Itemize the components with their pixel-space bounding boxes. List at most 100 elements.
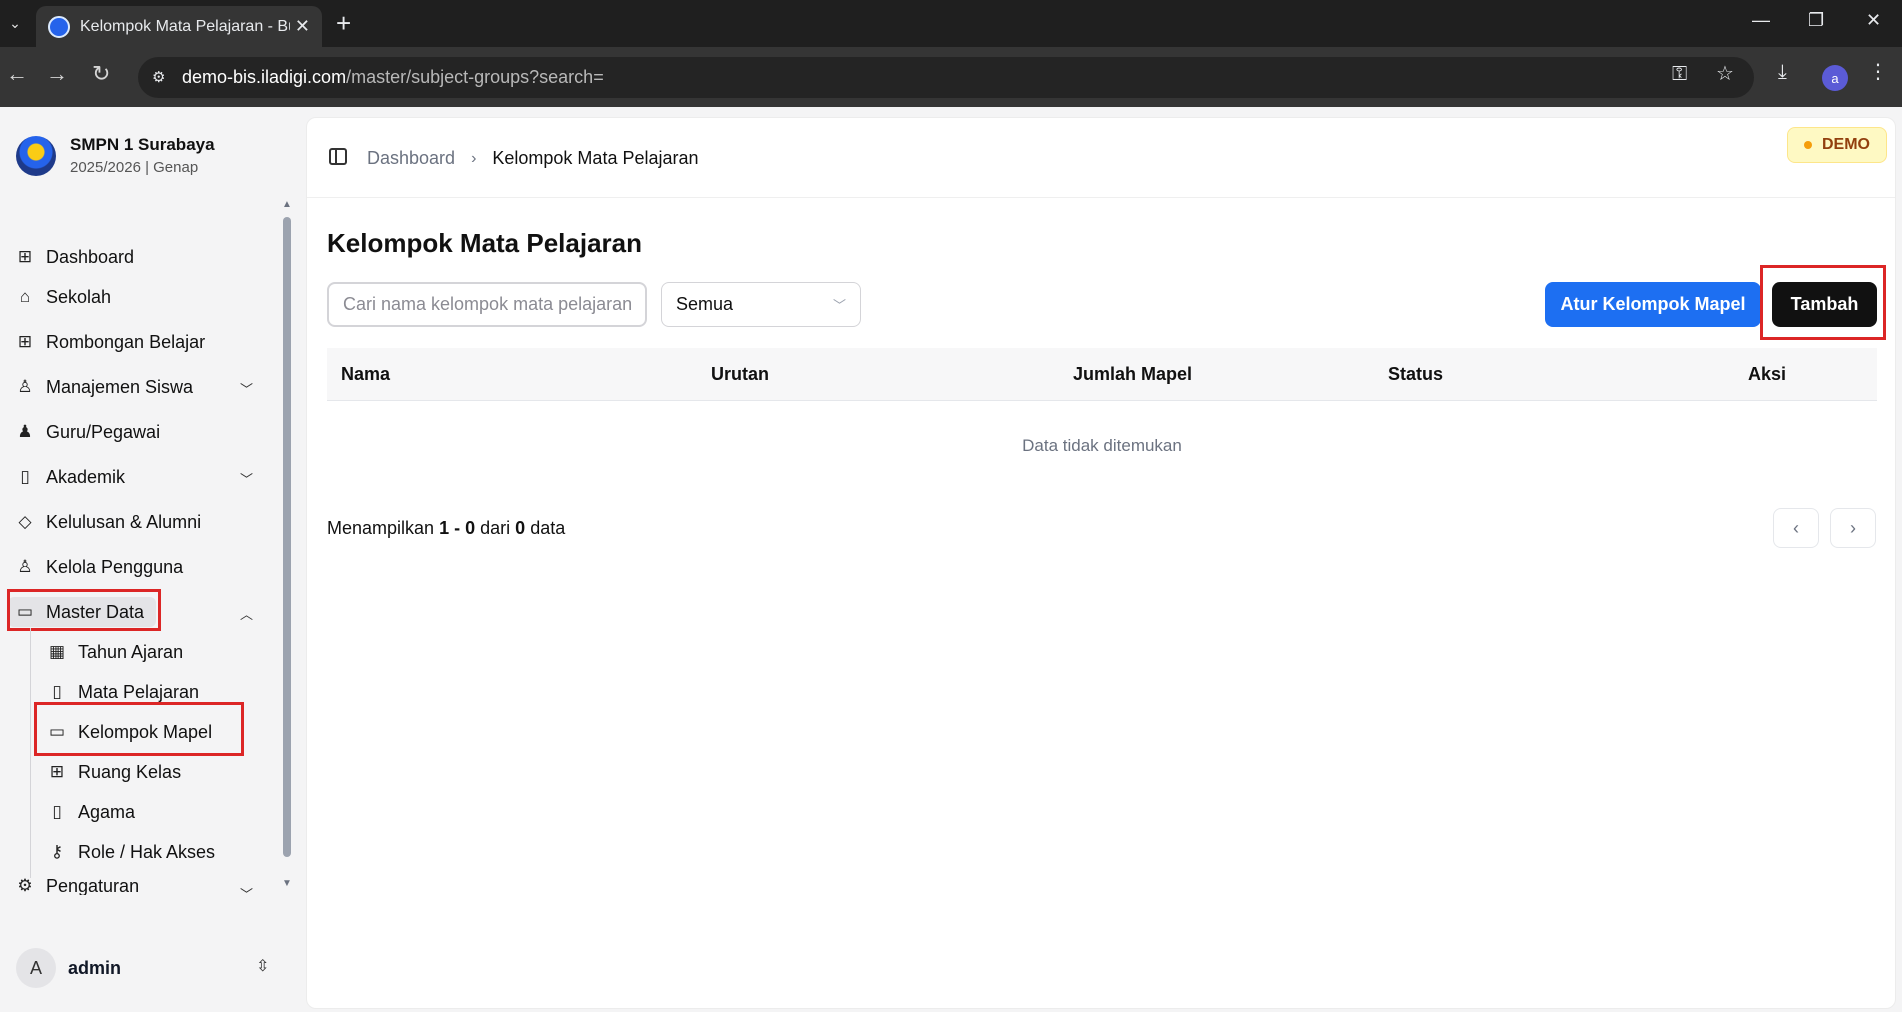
sidebar-subitem-role-hak-akses[interactable]: ⚷ Role / Hak Akses [46, 837, 215, 867]
profile-avatar[interactable]: a [1822, 65, 1848, 91]
settings-icon: ⚙ [17, 877, 33, 895]
url-path: /master/subject-groups?search= [346, 67, 604, 87]
user-menu[interactable]: A admin ⇳ [16, 948, 276, 988]
restore-icon[interactable]: ❐ [1808, 10, 1824, 31]
highlight-kelompok-mapel [34, 702, 244, 756]
breadcrumb: Dashboard › Kelompok Mata Pelajaran [367, 148, 699, 169]
user-icon: ♙ [17, 377, 33, 396]
column-header-status: Status [1388, 364, 1444, 384]
download-icon[interactable]: ⤓ [1778, 61, 1787, 84]
sidebar-item-dashboard[interactable]: ⊞ Dashboard [14, 242, 134, 272]
prev-page-button[interactable]: ‹ [1773, 508, 1819, 548]
chevron-up-icon[interactable]: ︿ [240, 604, 253, 623]
browser-toolbar: ← → ↻ ⚙ demo-bis.iladigi.com/master/subj… [0, 47, 1902, 107]
submenu-guide-line [30, 628, 31, 878]
summary-mid: dari [480, 518, 511, 538]
tab-title: Kelompok Mata Pelajaran - Buku [80, 17, 290, 35]
tab-list-chevron-icon[interactable]: ⌄ [0, 0, 30, 47]
sidebar-item-kelola-pengguna[interactable]: ♙ Kelola Pengguna [14, 552, 183, 582]
summary-range: 1 - 0 [439, 518, 476, 538]
sidebar-subitem-agama[interactable]: ▯ Agama [46, 797, 135, 827]
scroll-down-arrow-icon[interactable]: ▼ [280, 878, 294, 889]
grid-icon: ⊞ [17, 247, 33, 266]
sidebar-item-label: Kelola Pengguna [46, 556, 184, 577]
school-logo [16, 135, 56, 176]
close-window-icon[interactable]: ✕ [1866, 10, 1881, 31]
breadcrumb-dashboard[interactable]: Dashboard [367, 148, 455, 169]
table-header: Nama Urutan Jumlah Mapel Status Aksi [327, 348, 1877, 401]
chevron-down-icon[interactable]: ﹀ [240, 379, 253, 398]
sidebar-item-manajemen-siswa[interactable]: ♙ Manajemen Siswa [14, 372, 193, 402]
manage-groups-button[interactable]: Atur Kelompok Mapel [1545, 282, 1761, 327]
book-icon: ▯ [52, 802, 62, 821]
status-filter-value: Semua [676, 294, 734, 314]
sidebar-item-label: Sekolah [46, 286, 112, 307]
user-cog-icon: ♙ [17, 557, 33, 576]
sidebar-item-label: Akademik [46, 466, 126, 487]
breadcrumb-current: Kelompok Mata Pelajaran [492, 148, 699, 168]
bookmark-star-icon[interactable]: ☆ [1716, 61, 1734, 86]
sidebar-toggle-icon[interactable] [329, 148, 347, 165]
menu-kebab-icon[interactable]: ⋮ [1868, 59, 1888, 84]
sidebar-scrollbar[interactable]: ▲ ▼ [280, 199, 294, 889]
chevron-down-icon[interactable]: ﹀ [240, 469, 253, 488]
scroll-up-arrow-icon[interactable]: ▲ [280, 199, 294, 210]
school-icon: ⌂ [19, 287, 31, 306]
status-dot-icon [1804, 141, 1812, 149]
sidebar-item-label: Manajemen Siswa [46, 376, 194, 397]
sidebar-subitem-tahun-ajaran[interactable]: ▦ Tahun Ajaran [46, 637, 183, 667]
sidebar-item-akademik[interactable]: ▯ Akademik [14, 462, 125, 492]
pagination-summary: Menampilkan 1 - 0 dari 0 data [327, 518, 565, 539]
demo-badge-label: DEMO [1822, 136, 1870, 153]
user-avatar: A [16, 948, 56, 988]
column-header-jumlah-mapel: Jumlah Mapel [1073, 364, 1193, 384]
sidebar-item-label: Guru/Pegawai [46, 421, 161, 442]
grid-icon: ⊞ [49, 762, 65, 781]
highlight-add-button [1760, 265, 1886, 340]
password-key-icon[interactable]: ⚿ [1672, 63, 1687, 86]
scrollbar-thumb[interactable] [283, 217, 291, 857]
tab-close-icon[interactable]: ✕ [295, 16, 310, 37]
status-filter-select[interactable]: Semua ﹀ [661, 282, 861, 327]
users-icon: ♟ [17, 422, 33, 441]
url-host: demo-bis.iladigi.com [182, 67, 347, 87]
empty-state-text: Data tidak ditemukan [1022, 436, 1182, 455]
sidebar-subitem-label: Agama [78, 801, 136, 822]
back-icon[interactable]: ← [6, 61, 28, 87]
sidebar-item-label: Kelulusan & Alumni [46, 511, 202, 532]
highlight-master-data [7, 589, 161, 631]
sidebar-subitem-label: Ruang Kelas [78, 761, 182, 782]
next-page-button[interactable]: › [1830, 508, 1876, 548]
sidebar-subitem-ruang-kelas[interactable]: ⊞ Ruang Kelas [46, 757, 181, 787]
graduation-icon: ◇ [18, 512, 32, 531]
column-header-aksi: Aksi [1748, 364, 1787, 384]
sidebar-item-rombongan-belajar[interactable]: ⊞ Rombongan Belajar [14, 327, 205, 357]
minimize-icon[interactable]: — [1752, 10, 1770, 31]
chevrons-up-down-icon[interactable]: ⇳ [256, 956, 269, 976]
demo-badge: DEMO [1787, 127, 1887, 163]
new-tab-icon[interactable]: + [336, 8, 351, 39]
chevron-left-icon: ‹ [1793, 517, 1799, 538]
sidebar-subitem-label: Role / Hak Akses [78, 841, 216, 862]
sidebar-item-kelulusan-alumni[interactable]: ◇ Kelulusan & Alumni [14, 507, 201, 537]
grid-icon: ⊞ [17, 332, 33, 351]
chevron-right-icon: › [1850, 517, 1856, 538]
browser-tab[interactable]: Kelompok Mata Pelajaran - Buku ✕ [36, 6, 322, 47]
sidebar-item-label: Dashboard [46, 246, 135, 267]
address-bar[interactable]: ⚙ demo-bis.iladigi.com/master/subject-gr… [138, 57, 1754, 98]
site-settings-icon[interactable]: ⚙ [152, 68, 165, 86]
school-period: 2025/2026 | Genap [70, 159, 199, 176]
chevron-down-icon: ﹀ [832, 298, 846, 313]
reload-icon[interactable]: ↻ [92, 61, 110, 87]
forward-icon[interactable]: → [46, 61, 68, 87]
sidebar: SMPN 1 Surabaya 2025/2026 | Genap ⊞ Dash… [0, 107, 298, 1012]
chevron-down-icon[interactable]: ﹀ [240, 884, 253, 896]
user-name: admin [68, 957, 122, 978]
search-input[interactable] [327, 282, 647, 327]
sidebar-item-guru-pegawai[interactable]: ♟ Guru/Pegawai [14, 417, 160, 447]
sidebar-item-sekolah[interactable]: ⌂ Sekolah [14, 282, 111, 312]
key-icon: ⚷ [50, 842, 64, 861]
summary-total: 0 [515, 518, 526, 538]
sidebar-item-pengaturan[interactable]: ⚙ Pengaturan [14, 877, 139, 895]
book-icon: ▯ [20, 467, 30, 486]
